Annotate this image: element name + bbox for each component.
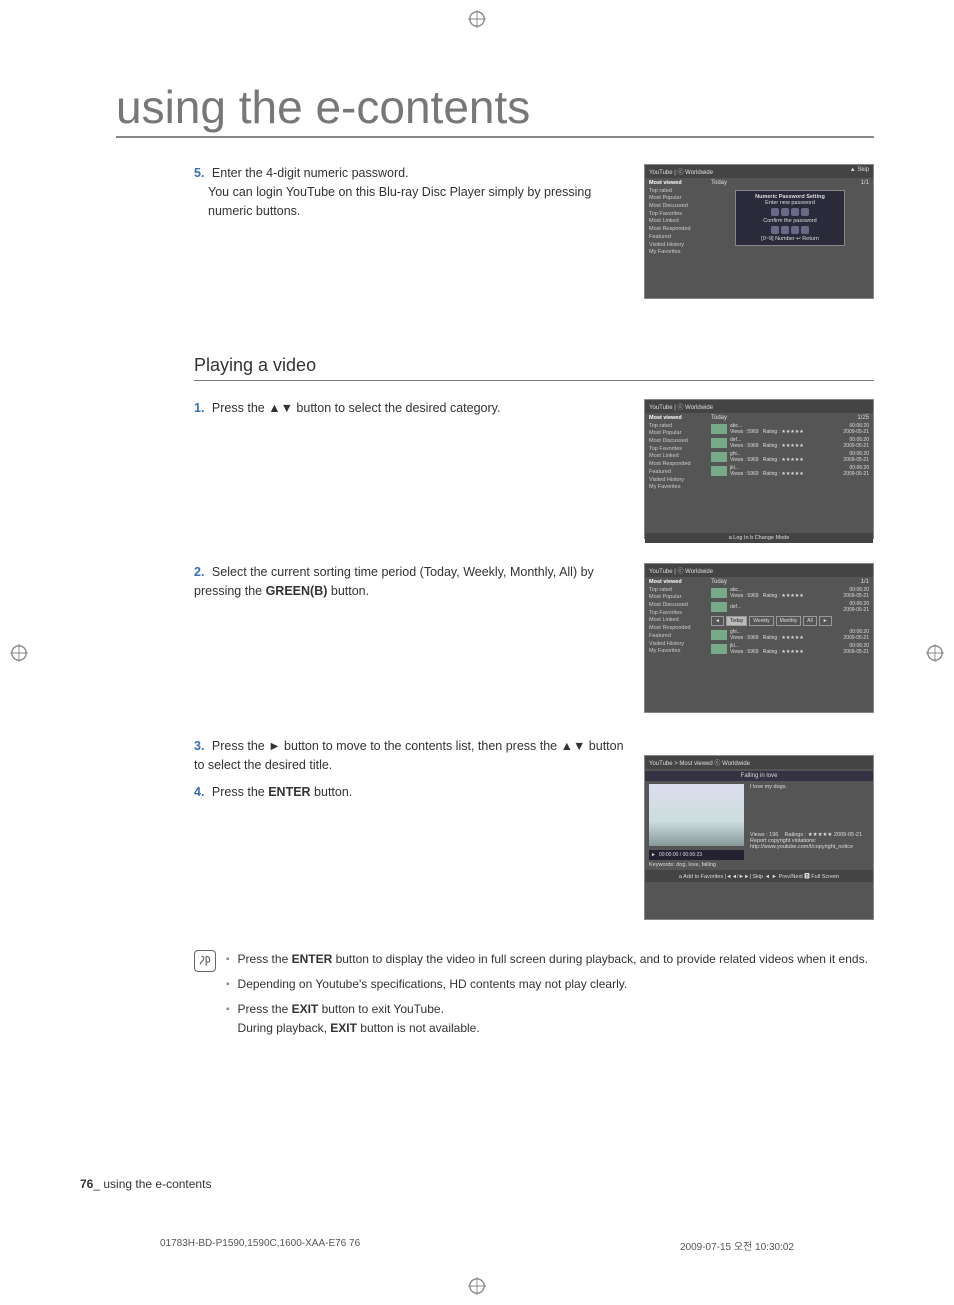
step-text-line: button.	[327, 584, 369, 598]
step-text-line: Enter the 4-digit numeric password.	[212, 166, 409, 180]
note-item: ▪ Press the EXIT button to exit YouTube.…	[226, 1000, 874, 1037]
note-item: ▪ Press the ENTER button to display the …	[226, 950, 874, 969]
step-number: 4.	[194, 785, 204, 799]
screenshot-sort: YouTube | ⓒ Worldwide Most viewed Top ra…	[644, 563, 874, 713]
step-3-text: 3. Press the ► button to move to the con…	[194, 737, 626, 775]
yt-footer: a Log In b Change Mode	[645, 533, 873, 543]
step-text-line: button.	[311, 785, 353, 799]
yt-sidebar: Most viewed Top ratedMost PopularMost Di…	[649, 180, 707, 291]
note-icon	[194, 950, 216, 972]
screenshot-login: YouTube | ⓒ Worldwide ▲ Skip Most viewed …	[644, 164, 874, 299]
step-4-text: 4. Press the ENTER button.	[194, 783, 626, 802]
yt-skip: ▲ Skip	[850, 167, 869, 176]
button-label: ENTER	[268, 785, 310, 799]
screenshot-category: YouTube | ⓒ Worldwide Most viewed Top ra…	[644, 399, 874, 539]
screenshot-playback: YouTube > Most viewed ⓒ Worldwide Fallin…	[644, 755, 874, 920]
step-1-text: 1. Press the ▲▼ button to select the des…	[194, 399, 644, 418]
yt-header: YouTube | ⓒ Worldwide	[649, 167, 713, 176]
step-text-line: You can login YouTube on this Blu-ray Di…	[208, 183, 626, 221]
button-label: ENTER	[292, 952, 333, 966]
crop-mark-icon	[10, 644, 28, 662]
print-footer-right: 2009-07-15 오전 10:30:02	[680, 1238, 794, 1253]
bullet-icon: ▪	[226, 975, 230, 994]
video-keywords: Keywords: dog, love, falling	[649, 862, 869, 868]
step-text-line: Press the	[212, 785, 268, 799]
video-title: Falling in love	[645, 771, 873, 781]
step-number: 2.	[194, 565, 204, 579]
button-label: EXIT	[292, 1002, 319, 1016]
step-number: 3.	[194, 739, 204, 753]
print-footer-left: 01783H-BD-P1590,1590C,1600-XAA-E76 76	[160, 1238, 360, 1253]
button-label: EXIT	[330, 1021, 357, 1035]
bullet-icon: ▪	[226, 950, 230, 969]
password-dialog: Numeric Password Setting Enter new passw…	[735, 190, 845, 246]
crop-mark-icon	[926, 644, 944, 662]
bullet-icon: ▪	[226, 1000, 230, 1037]
step-number: 5.	[194, 166, 204, 180]
page-number: 76	[80, 1177, 93, 1191]
crop-mark-icon	[468, 1277, 486, 1295]
step-2-text: 2. Select the current sorting time perio…	[194, 563, 644, 601]
step-5-text: 5. Enter the 4-digit numeric password. Y…	[194, 164, 644, 220]
crop-mark-icon	[468, 10, 486, 28]
sort-options: ◄ Today Weekly Monthly All ►	[711, 616, 869, 626]
playback-bar: ►00:00:00 / 00:06:23	[649, 850, 744, 860]
step-text-line: Press the ▲▼ button to select the desire…	[212, 401, 501, 415]
note-item: ▪ Depending on Youtube's specifications,…	[226, 975, 874, 994]
yt-footer: a Add to Favorites |◄◄/►►| Skip ◄ ► Prev…	[645, 870, 873, 882]
button-label: GREEN(B)	[266, 584, 328, 598]
yt-breadcrumb: YouTube > Most viewed ⓒ Worldwide	[649, 758, 750, 767]
step-text-line: Select the current sorting time period (…	[194, 565, 594, 598]
page-title: using the e-contents	[116, 80, 874, 138]
page-footer: 76_ using the e-contents	[80, 1177, 211, 1191]
step-number: 1.	[194, 401, 204, 415]
section-title: Playing a video	[194, 355, 874, 381]
step-text-line: Press the ► button to move to the conten…	[194, 739, 624, 772]
video-thumbnail	[649, 784, 744, 846]
footer-label: _ using the e-contents	[93, 1177, 211, 1191]
print-footer: 01783H-BD-P1590,1590C,1600-XAA-E76 76 20…	[160, 1238, 794, 1253]
note-block: ▪ Press the ENTER button to display the …	[194, 950, 874, 1043]
